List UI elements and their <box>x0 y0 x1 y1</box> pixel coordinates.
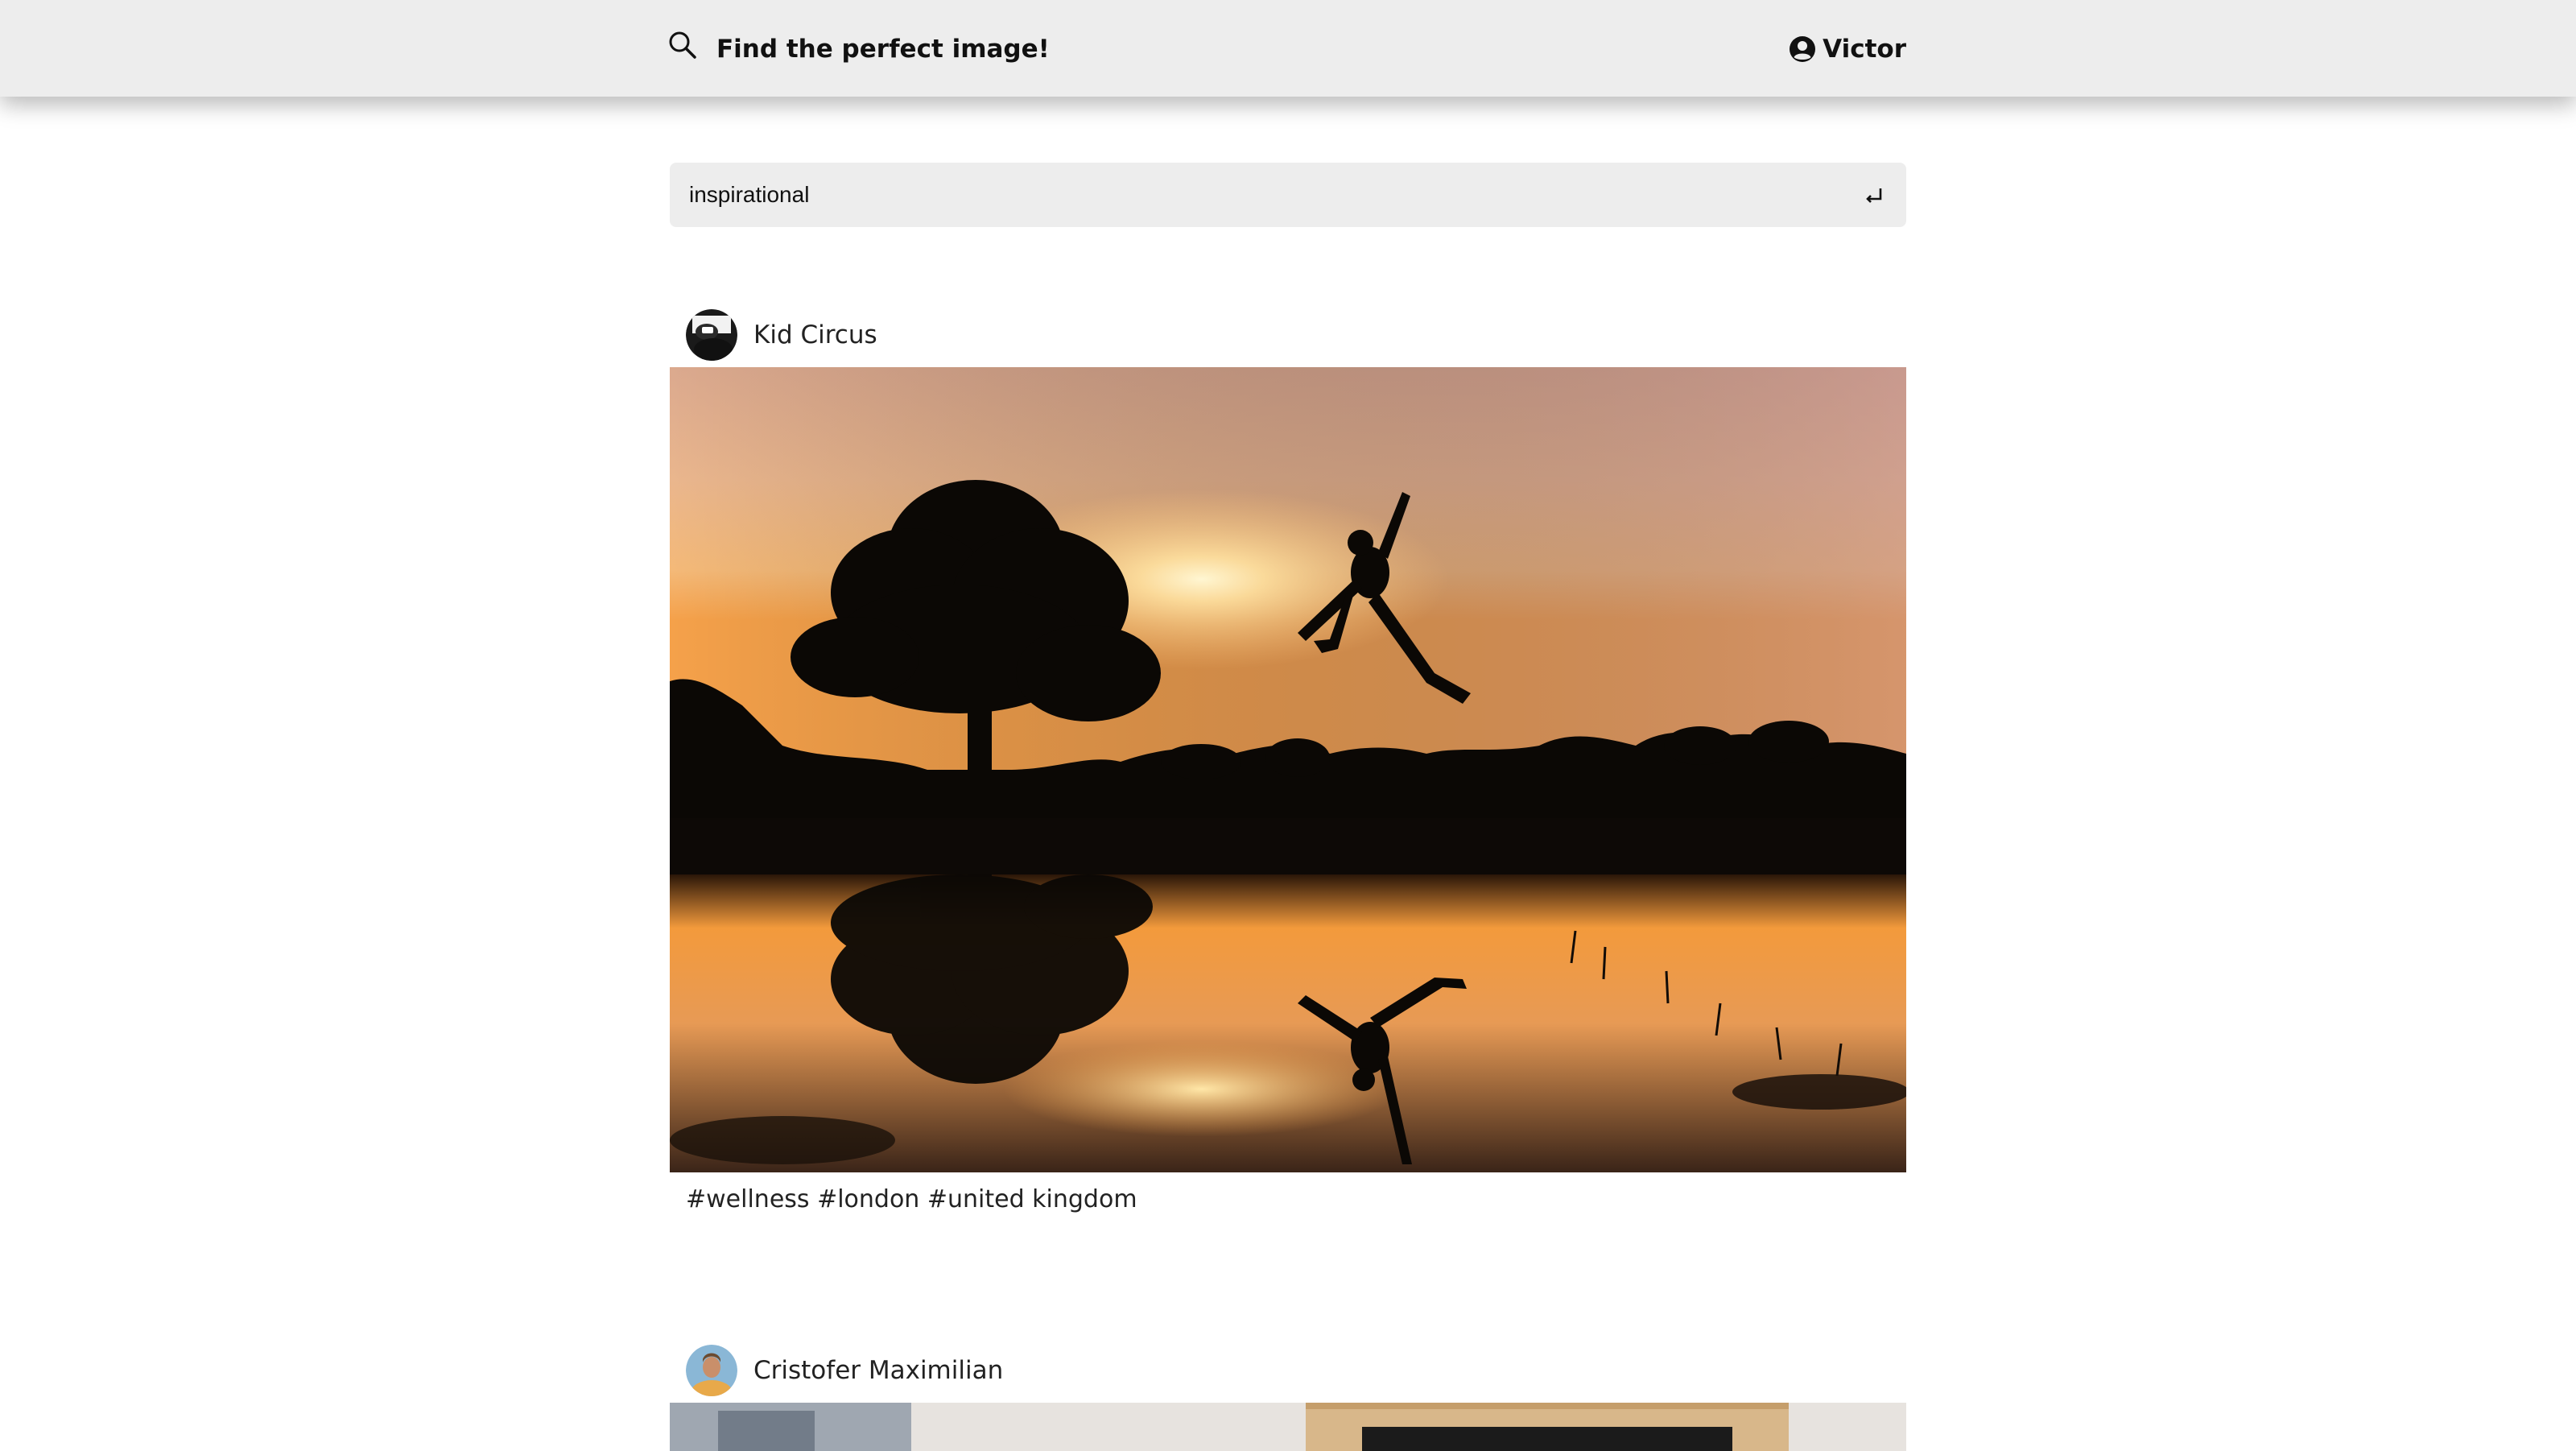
post-image[interactable] <box>670 367 1906 1172</box>
search-bar[interactable]: inspirational <box>670 163 1906 227</box>
top-bar: Find the perfect image! Victor <box>0 0 2576 97</box>
post-author[interactable]: Kid Circus <box>753 320 877 349</box>
avatar[interactable] <box>686 1345 737 1396</box>
post-image[interactable] <box>670 1403 1906 1451</box>
post-header: Kid Circus <box>670 303 1906 367</box>
search-icon[interactable] <box>667 29 699 61</box>
enter-icon[interactable] <box>1861 182 1887 208</box>
app-title: Find the perfect image! <box>716 35 1050 64</box>
user-circle-icon[interactable] <box>1789 35 1816 63</box>
header-left: Find the perfect image! <box>667 31 1050 68</box>
user-menu[interactable]: Victor <box>1789 31 1906 68</box>
post-card: Kid Circus #wellness #london #united kin… <box>670 303 1906 1213</box>
avatar[interactable] <box>686 309 737 361</box>
search-input[interactable]: inspirational <box>689 182 1861 208</box>
user-name[interactable]: Victor <box>1823 35 1906 64</box>
post-card: Cristofer Maximilian <box>670 1338 1906 1451</box>
post-author[interactable]: Cristofer Maximilian <box>753 1356 1003 1385</box>
post-header: Cristofer Maximilian <box>670 1338 1906 1403</box>
post-tags: #wellness #london #united kingdom <box>686 1185 1137 1213</box>
